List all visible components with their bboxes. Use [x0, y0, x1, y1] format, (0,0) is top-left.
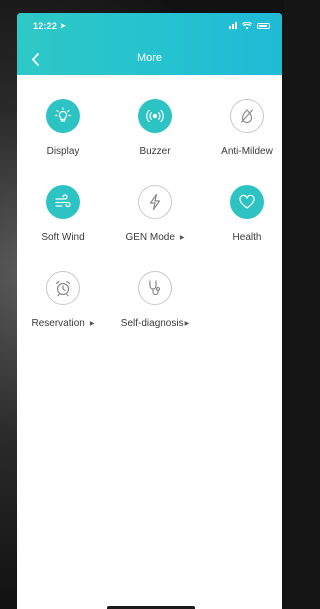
page-title: More [136, 52, 163, 64]
buzzer-icon [146, 109, 164, 123]
stethoscope-icon [149, 280, 161, 296]
status-icons [229, 21, 270, 30]
buzzer-toggle[interactable] [138, 99, 172, 133]
header: 12:22 ➤ More [17, 13, 282, 75]
tile-label: GEN Mode ▶ [111, 232, 199, 243]
bulb-icon [54, 107, 72, 122]
tile-label: Display [46, 146, 80, 157]
status-time-text: 12:22 [33, 21, 58, 31]
status-time: 12:22 ➤ [33, 21, 66, 31]
tile-label: Anti-Mildew [221, 146, 273, 157]
lightning-icon [149, 193, 161, 211]
tile-reservation[interactable]: Reservation ▶ [19, 271, 107, 329]
wifi-icon [242, 21, 252, 29]
heart-icon [239, 194, 255, 209]
tile-self-diagnosis[interactable]: Self-diagnosis▶ [111, 271, 199, 329]
soft-wind-toggle[interactable] [46, 185, 80, 219]
tile-label: Buzzer [139, 146, 171, 157]
self-diagnosis-toggle[interactable] [138, 271, 172, 305]
display-toggle[interactable] [46, 99, 80, 133]
caret-right-icon: ▶ [184, 321, 190, 327]
anti-mildew-icon [240, 109, 254, 124]
status-bar: 12:22 ➤ [17, 13, 282, 39]
nav-bar: More [17, 47, 282, 71]
alarm-clock-icon [55, 280, 71, 297]
tile-soft-wind[interactable]: Soft Wind [19, 185, 107, 243]
caret-right-icon: ▶ [89, 321, 95, 327]
anti-mildew-toggle[interactable] [230, 99, 264, 133]
tile-anti-mildew[interactable]: Anti-Mildew [203, 99, 282, 157]
signal-icon [229, 22, 237, 29]
tile-label-text: Reservation [31, 318, 85, 329]
tile-label: Reservation ▶ [19, 318, 107, 329]
tile-label-text: GEN Mode [125, 232, 175, 243]
tile-health[interactable]: Health [203, 185, 282, 243]
location-arrow-icon: ➤ [60, 23, 67, 30]
caret-right-icon: ▶ [179, 235, 185, 241]
tile-buzzer[interactable]: Buzzer [111, 99, 199, 157]
tile-label-text: Self-diagnosis [120, 318, 184, 329]
tile-label: Self-diagnosis▶ [111, 318, 199, 329]
gen-mode-toggle[interactable] [138, 185, 172, 219]
tile-gen-mode[interactable]: GEN Mode ▶ [111, 185, 199, 243]
tile-display[interactable]: Display [19, 99, 107, 157]
tile-label: Soft Wind [41, 232, 85, 243]
wind-icon [55, 194, 71, 208]
tile-label: Health [232, 232, 262, 243]
reservation-toggle[interactable] [46, 271, 80, 305]
battery-icon [257, 22, 270, 29]
phone-screen: 12:22 ➤ More Display Buzzer Anti-Mildew … [17, 13, 282, 609]
health-toggle[interactable] [230, 185, 264, 219]
